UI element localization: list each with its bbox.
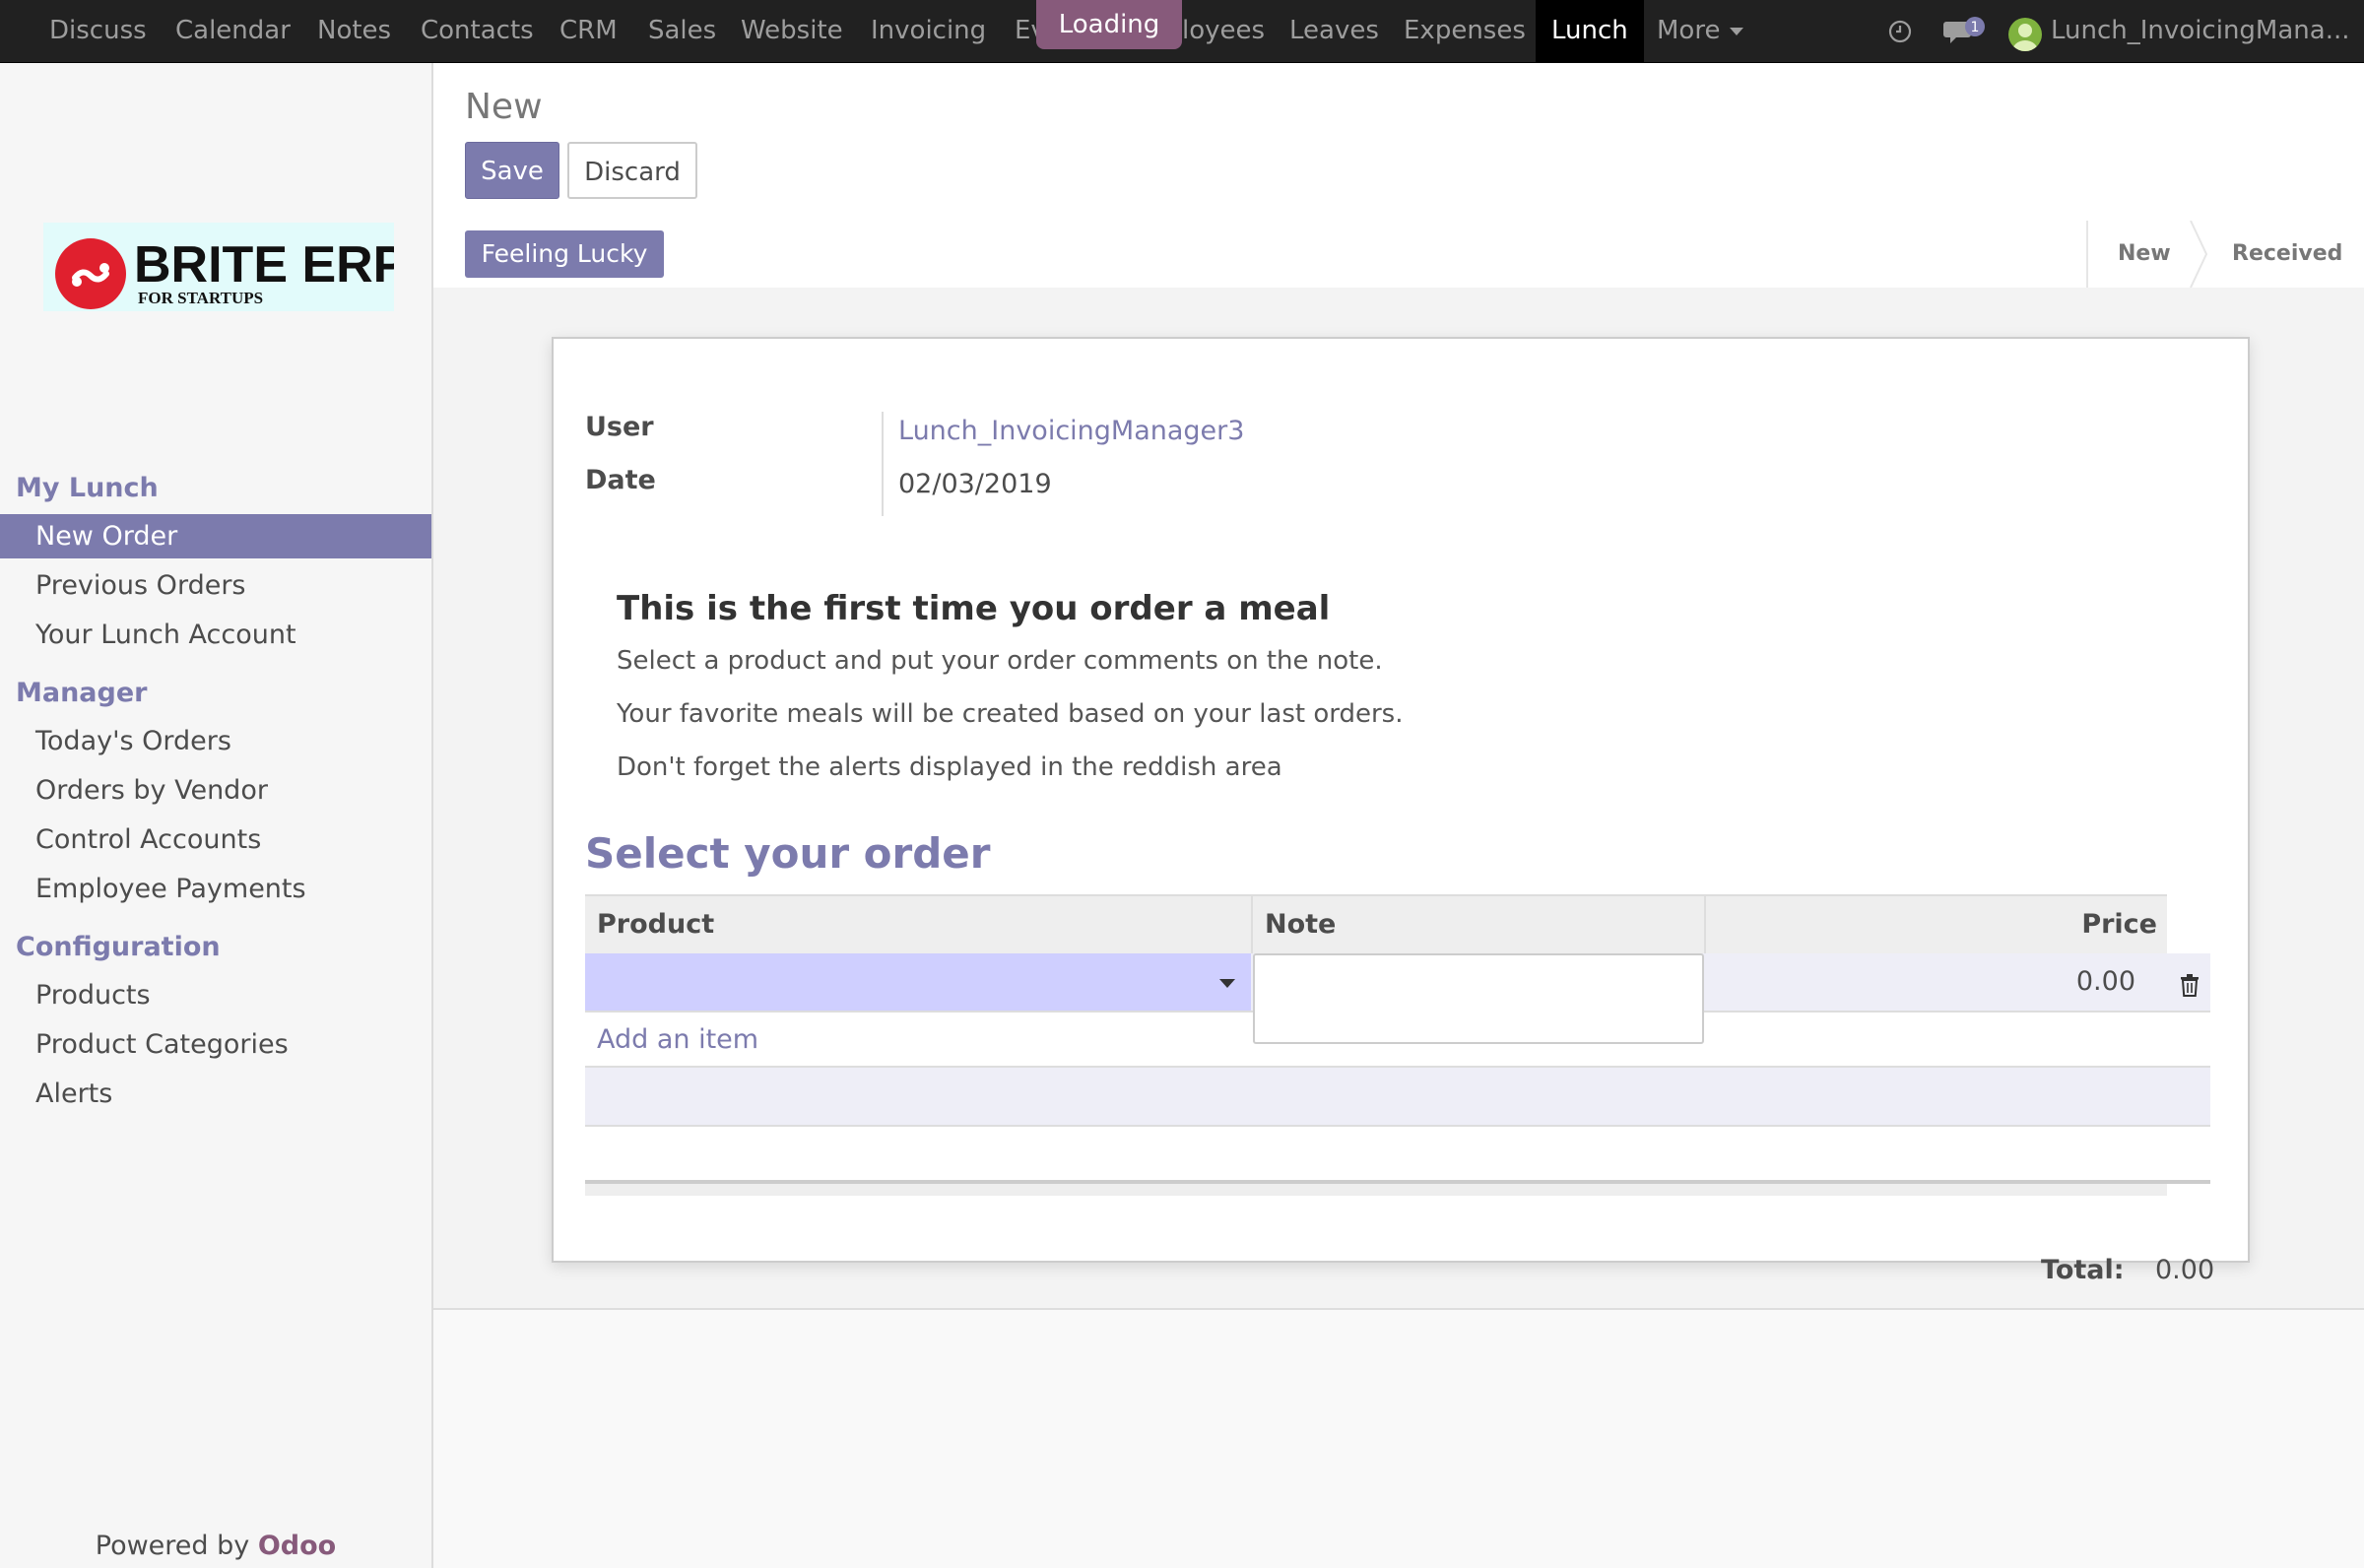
menu-invoicing[interactable]: Invoicing <box>871 0 986 62</box>
price-cell: 0.00 <box>2075 966 2135 997</box>
user-field[interactable]: Lunch_InvoicingManager3 <box>898 416 1244 446</box>
stage-list: New Received <box>2086 221 2364 288</box>
note-input[interactable] <box>1253 953 1704 1044</box>
top-navbar: Discuss Calendar Notes Contacts CRM Sale… <box>0 0 2364 63</box>
menu-employees[interactable]: loyees <box>1182 0 1265 62</box>
sidebar-item-todays-orders[interactable]: Today's Orders <box>0 719 431 763</box>
clock-icon[interactable] <box>1888 20 1912 43</box>
date-label: Date <box>585 465 656 495</box>
total-label: Total: <box>2041 1255 2125 1285</box>
product-select[interactable] <box>585 953 1251 1011</box>
menu-lunch[interactable]: Lunch <box>1536 0 1644 62</box>
menu-expenses[interactable]: Expenses <box>1404 0 1526 62</box>
menu-more[interactable]: More <box>1657 0 1744 62</box>
control-panel: New Save Discard <box>433 63 2364 223</box>
info-line: Select a product and put your order comm… <box>617 646 1383 676</box>
menu-leaves[interactable]: Leaves <box>1289 0 1379 62</box>
sidebar-item-employee-payments[interactable]: Employee Payments <box>0 867 431 911</box>
form-sheet: User Lunch_InvoicingManager3 Date 02/03/… <box>552 337 2250 1263</box>
section-manager: Manager <box>16 678 148 708</box>
order-section-title: Select your order <box>585 829 991 878</box>
menu-website[interactable]: Website <box>741 0 843 62</box>
column-note[interactable]: Note <box>1265 896 1336 953</box>
menu-sales[interactable]: Sales <box>648 0 716 62</box>
sidebar-item-new-order[interactable]: New Order <box>0 514 431 558</box>
chevron-down-icon <box>1730 27 1744 35</box>
menu-notes[interactable]: Notes <box>317 0 391 62</box>
date-field[interactable]: 02/03/2019 <box>898 469 1052 499</box>
chat-badge: 1 <box>1971 20 1980 35</box>
sidebar-item-orders-by-vendor[interactable]: Orders by Vendor <box>0 768 431 813</box>
save-button[interactable]: Save <box>465 142 559 199</box>
sidebar-item-previous-orders[interactable]: Previous Orders <box>0 563 431 608</box>
sidebar-item-control-accounts[interactable]: Control Accounts <box>0 817 431 862</box>
discard-button[interactable]: Discard <box>567 142 697 199</box>
menu-contacts[interactable]: Contacts <box>421 0 534 62</box>
column-price[interactable]: Price <box>2081 896 2157 953</box>
column-product[interactable]: Product <box>597 896 714 953</box>
sidebar-item-lunch-account[interactable]: Your Lunch Account <box>0 613 431 657</box>
breadcrumb: New <box>465 87 543 127</box>
table-bottom-bar <box>585 1184 2167 1196</box>
field-separator <box>882 412 884 516</box>
table-footer <box>585 1066 2210 1127</box>
odoo-link[interactable]: Odoo <box>258 1531 336 1561</box>
column-divider <box>1704 896 1706 953</box>
company-logo: BRITE ERP FOR STARTUPS <box>43 223 407 311</box>
logo-subtext: FOR STARTUPS <box>138 289 263 307</box>
powered-by-label: Powered by <box>95 1531 250 1561</box>
chat-icon[interactable]: 1 <box>1942 16 1986 47</box>
info-line: Don't forget the alerts displayed in the… <box>617 752 1282 782</box>
add-item-link[interactable]: Add an item <box>597 1024 758 1055</box>
stage-arrow-icon <box>2190 221 2208 288</box>
menu-discuss[interactable]: Discuss <box>49 0 147 62</box>
feeling-lucky-button[interactable]: Feeling Lucky <box>465 230 664 278</box>
sidebar-item-products[interactable]: Products <box>0 973 431 1017</box>
info-title: This is the first time you order a meal <box>617 589 1331 628</box>
user-menu[interactable]: Lunch_InvoicingMana... <box>2051 0 2350 62</box>
section-configuration: Configuration <box>16 932 221 962</box>
sidebar-item-alerts[interactable]: Alerts <box>0 1072 431 1116</box>
total-value: 0.00 <box>2155 1255 2215 1285</box>
powered-by: Powered by Odoo <box>0 1531 431 1561</box>
menu-calendar[interactable]: Calendar <box>175 0 291 62</box>
order-lines-header: Product Note Price <box>585 894 2167 955</box>
user-label: User <box>585 412 654 442</box>
info-line: Your favorite meals will be created base… <box>617 699 1404 729</box>
stage-received[interactable]: Received <box>2232 221 2342 288</box>
section-my-lunch: My Lunch <box>16 473 159 503</box>
sidebar: BRITE ERP FOR STARTUPS My Lunch New Orde… <box>0 63 433 1568</box>
logo-text: BRITE ERP <box>134 236 394 294</box>
sidebar-item-product-categories[interactable]: Product Categories <box>0 1022 431 1067</box>
loading-indicator: Loading <box>1036 0 1182 49</box>
trash-icon[interactable] <box>2179 973 2200 997</box>
menu-more-label: More <box>1657 16 1721 45</box>
menu-crm[interactable]: CRM <box>559 0 618 62</box>
stage-new[interactable]: New <box>2118 221 2171 288</box>
form-statusbar: Feeling Lucky New Received <box>433 221 2364 290</box>
chevron-down-icon[interactable] <box>1219 979 1235 988</box>
column-divider <box>1251 896 1253 953</box>
avatar[interactable] <box>2008 18 2042 51</box>
